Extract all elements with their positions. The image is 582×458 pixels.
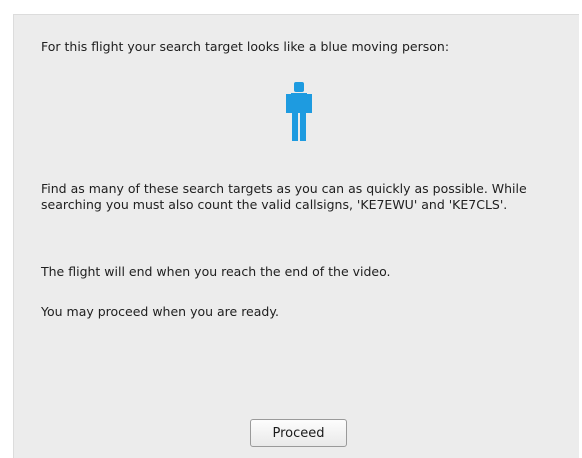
person-icon (286, 82, 312, 141)
flight-end-text: The flight will end when you reach the e… (41, 264, 391, 279)
intro-text: For this flight your search target looks… (41, 39, 450, 54)
proceed-button[interactable]: Proceed (250, 419, 347, 447)
instructions-paragraph: Find as many of these search targets as … (41, 181, 527, 212)
ready-text: You may proceed when you are ready. (41, 304, 279, 319)
instructions-panel: For this flight your search target looks… (13, 14, 579, 458)
